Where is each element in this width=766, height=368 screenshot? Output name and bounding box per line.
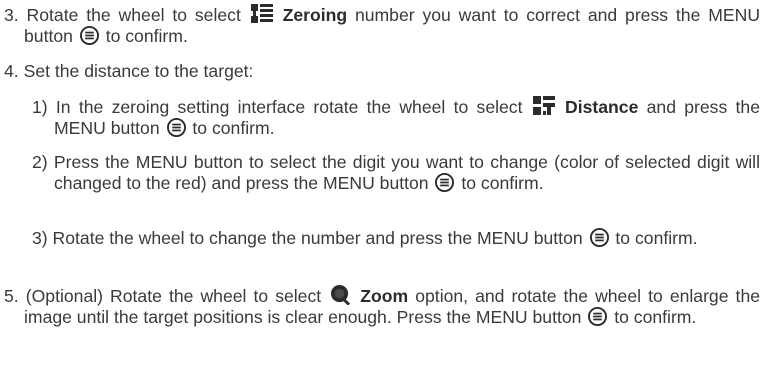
substep-text: to confirm. bbox=[461, 173, 544, 193]
substep-number: 2) bbox=[32, 152, 48, 172]
substep-1: 1) In the zeroing setting interface rota… bbox=[32, 96, 760, 139]
substep-3: 3) Rotate the wheel to change the number… bbox=[32, 228, 760, 249]
menu-button-icon bbox=[588, 307, 607, 326]
menu-button-icon bbox=[590, 228, 609, 247]
distance-icon bbox=[533, 96, 555, 116]
zeroing-label: Zeroing bbox=[282, 5, 348, 25]
menu-button-icon bbox=[80, 26, 99, 45]
substep-number: 1) bbox=[32, 97, 48, 117]
step-3: 3. Rotate the wheel to select Zeroing nu… bbox=[4, 4, 760, 47]
distance-label: Distance bbox=[565, 97, 639, 117]
menu-button-icon bbox=[435, 173, 454, 192]
substep-text: to confirm. bbox=[615, 228, 698, 248]
step-number: 3. bbox=[4, 5, 19, 25]
step-text: (Optional) Rotate the wheel to select bbox=[25, 286, 322, 306]
step-text: Rotate the wheel to select bbox=[26, 5, 241, 25]
zoom-label: Zoom bbox=[360, 286, 409, 306]
substep-text: to confirm. bbox=[192, 118, 275, 138]
step-number: 4. bbox=[4, 61, 19, 81]
step-text: to confirm. bbox=[614, 307, 697, 327]
substep-text: Rotate the wheel to change the number an… bbox=[52, 228, 583, 248]
step-4: 4. Set the distance to the target: bbox=[4, 61, 760, 82]
substep-number: 3) bbox=[32, 228, 48, 248]
zoom-icon bbox=[330, 284, 351, 305]
step-number: 5. bbox=[4, 286, 19, 306]
substep-text: In the zeroing setting interface rotate … bbox=[55, 97, 523, 117]
substep-2: 2) Press the MENU button to select the d… bbox=[32, 152, 760, 194]
instruction-page: 3. Rotate the wheel to select Zeroing nu… bbox=[0, 0, 766, 368]
menu-button-icon bbox=[167, 118, 186, 137]
step-text: Set the distance to the target: bbox=[23, 61, 254, 81]
substep-text: Press the MENU button to select the digi… bbox=[53, 152, 761, 193]
step-text: to confirm. bbox=[105, 26, 188, 46]
step-5: 5. (Optional) Rotate the wheel to select… bbox=[4, 284, 760, 328]
zeroing-icon bbox=[251, 4, 273, 24]
